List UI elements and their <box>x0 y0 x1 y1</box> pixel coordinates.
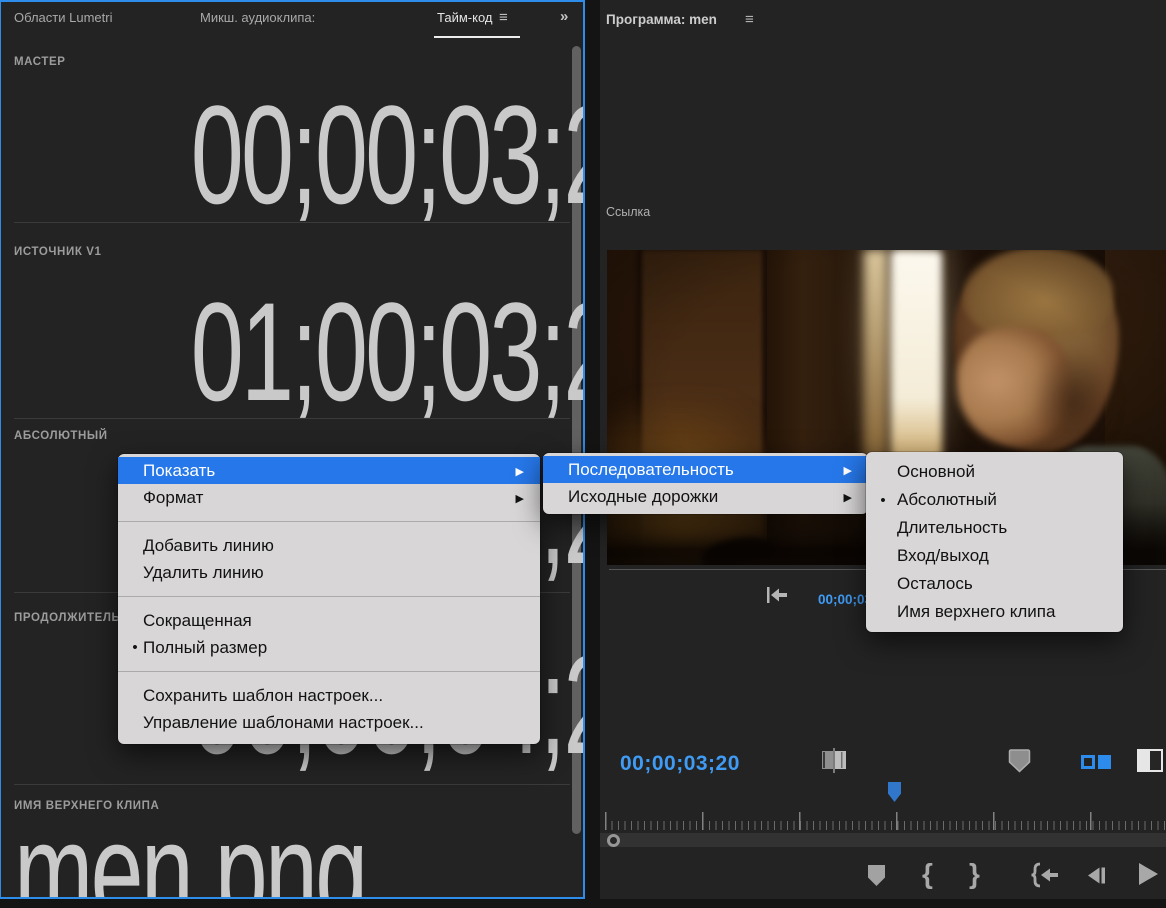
add-marker-button[interactable] <box>866 864 887 892</box>
menu-item-manage-presets[interactable]: Управление шаблонами настроек... <box>118 709 540 736</box>
go-to-in-indicator-icon <box>765 585 789 610</box>
timecode-panel: Области Lumetri Микш. аудиоклипа: Тайм-к… <box>0 0 585 899</box>
submenu-arrow-icon: ▶ <box>515 465 524 478</box>
menu-item-remove-line[interactable]: Удалить линию <box>118 559 540 586</box>
menu-item-label: Вход/выход <box>897 546 989 565</box>
marker-icon[interactable] <box>1008 749 1031 778</box>
tab-lumetri-scopes[interactable]: Области Lumetri <box>14 10 112 25</box>
submenu-arrow-icon: ▶ <box>843 491 852 504</box>
top-clip-name-value: men.png <box>14 793 368 900</box>
panel-menu-icon[interactable]: ≡ <box>745 11 754 28</box>
menu-item-duration[interactable]: Длительность <box>866 514 1123 542</box>
comparison-view-icon[interactable] <box>1081 755 1113 769</box>
show-submenu: Последовательность ▶ Исходные дорожки ▶ <box>543 453 868 514</box>
menu-item-label: Сохранить шаблон настроек... <box>143 685 384 705</box>
comparison-view-outline-square <box>1081 755 1095 769</box>
menu-item-label: Абсолютный <box>897 490 997 509</box>
submenu-arrow-icon: ▶ <box>515 492 524 505</box>
menu-item-abbreviated[interactable]: Сокращенная <box>118 607 540 634</box>
program-panel-title: Программа: men <box>606 12 717 27</box>
timeline-ruler[interactable] <box>605 812 1166 830</box>
timeline-scroll-track[interactable] <box>600 833 1166 847</box>
comparison-view-filled-square <box>1098 755 1111 769</box>
step-back-button[interactable] <box>1085 865 1108 891</box>
menu-item-label: Исходные дорожки <box>568 486 719 506</box>
menu-item-top-clip-name[interactable]: Имя верхнего клипа <box>866 598 1123 626</box>
section-divider <box>14 784 570 785</box>
menu-item-label: Последовательность <box>568 459 734 479</box>
menu-item-label: Удалить линию <box>143 562 264 582</box>
menu-item-format[interactable]: Формат ▶ <box>118 484 540 511</box>
menu-item-save-preset[interactable]: Сохранить шаблон настроек... <box>118 682 540 709</box>
panel-menu-icon[interactable]: ≡ <box>499 9 508 26</box>
section-label-master: МАСТЕР <box>14 56 66 68</box>
menu-item-add-line[interactable]: Добавить линию <box>118 532 540 559</box>
submenu-arrow-icon: ▶ <box>843 464 852 477</box>
menu-item-full-size[interactable]: • Полный размер <box>118 634 540 661</box>
export-frame-icon[interactable] <box>821 748 847 778</box>
menu-separator <box>118 671 540 672</box>
section-label-source-v1: ИСТОЧНИК V1 <box>14 246 102 258</box>
tab-audio-clip-mixer[interactable]: Микш. аудиоклипа: <box>200 10 315 25</box>
menu-item-label: Осталось <box>897 574 973 593</box>
menu-item-label: Длительность <box>897 518 1008 537</box>
menu-item-sequence[interactable]: Последовательность ▶ <box>543 456 868 483</box>
menu-item-label: Показать <box>143 460 216 480</box>
premiere-workspace: Области Lumetri Микш. аудиоклипа: Тайм-к… <box>0 0 1166 908</box>
radio-bullet-icon: • <box>880 491 886 509</box>
menu-item-source-tracks[interactable]: Исходные дорожки ▶ <box>543 483 868 510</box>
mark-out-button[interactable]: } <box>969 858 980 890</box>
play-button[interactable] <box>1136 861 1160 892</box>
timecode-source-v1[interactable]: 01;00;03;20 <box>191 282 585 422</box>
sequence-submenu: Основной • Абсолютный Длительность Вход/… <box>866 452 1123 632</box>
menu-item-label: Основной <box>897 462 975 481</box>
section-label-absolute: АБСОЛЮТНЫЙ <box>14 430 108 442</box>
menu-separator <box>118 521 540 522</box>
go-to-in-button[interactable] <box>1028 862 1060 893</box>
menu-item-label: Имя верхнего клипа <box>897 602 1056 621</box>
timecode-master[interactable]: 00;00;03;20 <box>191 85 585 225</box>
split-view-icon[interactable] <box>1137 749 1163 772</box>
menu-item-label: Полный размер <box>143 637 268 657</box>
reference-label: Ссылка <box>606 205 651 219</box>
menu-item-remaining[interactable]: Осталось <box>866 570 1123 598</box>
menu-item-label: Сокращенная <box>143 610 252 630</box>
menu-item-in-out[interactable]: Вход/выход <box>866 542 1123 570</box>
section-divider <box>14 418 570 419</box>
menu-item-label: Добавить линию <box>143 535 274 555</box>
timecode-context-menu: Показать ▶ Формат ▶ Добавить линию Удали… <box>118 454 540 744</box>
bottom-strip <box>0 899 1166 908</box>
section-divider <box>14 222 570 223</box>
tab-timecode[interactable]: Тайм-код <box>437 10 492 25</box>
menu-item-label: Управление шаблонами настроек... <box>143 712 424 732</box>
menu-separator <box>118 596 540 597</box>
mark-in-button[interactable]: { <box>922 858 933 890</box>
active-tab-underline <box>434 36 520 38</box>
overflow-chevron-icon[interactable]: » <box>560 8 568 25</box>
menu-item-label: Формат <box>143 487 204 507</box>
radio-bullet-icon: • <box>132 639 138 656</box>
menu-item-absolute[interactable]: • Абсолютный <box>866 486 1123 514</box>
current-timecode[interactable]: 00;00;03;20 <box>620 752 740 776</box>
timeline-scroll-handle[interactable] <box>607 834 620 847</box>
menu-item-main[interactable]: Основной <box>866 458 1123 486</box>
menu-item-show[interactable]: Показать ▶ <box>118 457 540 484</box>
